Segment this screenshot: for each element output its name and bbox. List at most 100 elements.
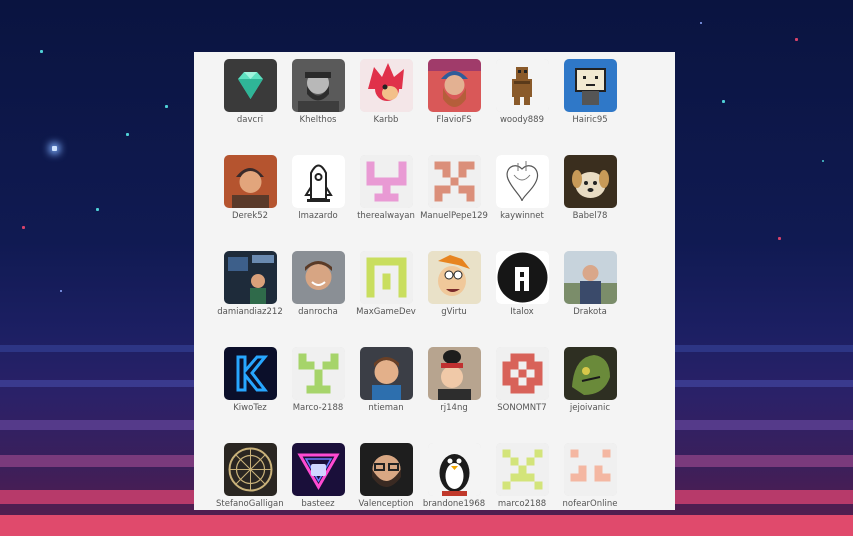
photo-woman-penguin (427, 347, 481, 400)
avatar[interactable] (359, 347, 413, 400)
contributor-card[interactable]: jejoivanic (556, 347, 624, 413)
username-label[interactable]: Valenception (352, 499, 420, 509)
username-label[interactable]: Karbb (352, 115, 420, 125)
username-label[interactable]: ManuelPepe129 (420, 211, 488, 221)
contributor-card[interactable]: rj14ng (420, 347, 488, 413)
avatar[interactable] (427, 251, 481, 304)
avatar[interactable] (563, 59, 617, 112)
contributor-card[interactable]: marco2188 (488, 443, 556, 509)
avatar[interactable] (291, 59, 345, 112)
contributor-card[interactable]: therealwayan (352, 155, 420, 221)
username-label[interactable]: woody889 (488, 115, 556, 125)
username-label[interactable]: damiandiaz212 (216, 307, 284, 317)
avatar[interactable] (359, 251, 413, 304)
contributor-card[interactable]: Marco-2188 (284, 347, 352, 413)
username-label[interactable]: therealwayan (352, 211, 420, 221)
avatar[interactable] (291, 155, 345, 208)
avatar[interactable] (359, 155, 413, 208)
avatar[interactable] (359, 443, 413, 496)
username-label[interactable]: marco2188 (488, 499, 556, 509)
username-label[interactable]: kaywinnet (488, 211, 556, 221)
username-label[interactable]: brandone1968 (420, 499, 488, 509)
username-label[interactable]: Marco-2188 (284, 403, 352, 413)
contributor-card[interactable]: Drakota (556, 251, 624, 317)
contributor-card[interactable]: Karbb (352, 59, 420, 125)
contributor-card[interactable]: ntieman (352, 347, 420, 413)
avatar[interactable] (427, 443, 481, 496)
contributor-card[interactable]: davcri (216, 59, 284, 125)
pixel-cloud (675, 345, 853, 352)
username-label[interactable]: SONOMNT7 (488, 403, 556, 413)
avatar[interactable] (495, 443, 549, 496)
username-label[interactable]: Derek52 (216, 211, 284, 221)
avatar[interactable] (563, 155, 617, 208)
username-label[interactable]: davcri (216, 115, 284, 125)
username-label[interactable]: basteez (284, 499, 352, 509)
contributor-card[interactable]: StefanoGalligani (216, 443, 284, 509)
contributor-card[interactable]: damiandiaz212 (216, 251, 284, 317)
avatar[interactable] (427, 59, 481, 112)
username-label[interactable]: nofearOnline (556, 499, 624, 509)
contributor-card[interactable]: woody889 (488, 59, 556, 125)
avatar[interactable] (359, 59, 413, 112)
username-label[interactable]: ntieman (352, 403, 420, 413)
username-label[interactable]: lmazardo (284, 211, 352, 221)
avatar[interactable] (223, 347, 277, 400)
username-label[interactable]: gVirtu (420, 307, 488, 317)
username-label[interactable]: Babel78 (556, 211, 624, 221)
username-label[interactable]: StefanoGalligani (216, 499, 284, 509)
username-label[interactable]: danrocha (284, 307, 352, 317)
star (795, 38, 798, 41)
contributor-card[interactable]: basteez (284, 443, 352, 509)
contributor-card[interactable]: Derek52 (216, 155, 284, 221)
avatar[interactable] (223, 59, 277, 112)
avatar[interactable] (563, 443, 617, 496)
contributor-card[interactable]: brandone1968 (420, 443, 488, 509)
avatar[interactable] (495, 347, 549, 400)
contributor-card[interactable]: Babel78 (556, 155, 624, 221)
username-label[interactable]: FlavioFS (420, 115, 488, 125)
tv-robot-avatar (563, 59, 617, 112)
letter-a-logo (495, 251, 549, 304)
username-label[interactable]: jejoivanic (556, 403, 624, 413)
avatar[interactable] (495, 251, 549, 304)
avatar[interactable] (563, 251, 617, 304)
avatar[interactable] (223, 155, 277, 208)
username-label[interactable]: Drakota (556, 307, 624, 317)
contributor-card[interactable]: lmazardo (284, 155, 352, 221)
avatar[interactable] (223, 251, 277, 304)
avatar[interactable] (563, 347, 617, 400)
avatar[interactable] (495, 155, 549, 208)
contributor-card[interactable]: Italox (488, 251, 556, 317)
username-label[interactable]: Hairic95 (556, 115, 624, 125)
photo-man-glasses (359, 443, 413, 496)
username-label[interactable]: Khelthos (284, 115, 352, 125)
avatar[interactable] (291, 443, 345, 496)
avatar[interactable] (291, 347, 345, 400)
contributor-card[interactable]: Hairic95 (556, 59, 624, 125)
contributor-card[interactable]: kaywinnet (488, 155, 556, 221)
avatar[interactable] (427, 155, 481, 208)
username-label[interactable]: rj14ng (420, 403, 488, 413)
contributor-card[interactable]: ManuelPepe129 (420, 155, 488, 221)
username-label[interactable]: KiwoTez (216, 403, 284, 413)
username-label[interactable]: MaxGameDev (352, 307, 420, 317)
contributors-panel: davcri Khelthos Karbb FlavioFS woody889 Hairi… (194, 52, 675, 510)
photo-man-outdoors (563, 251, 617, 304)
contributor-card[interactable]: KiwoTez (216, 347, 284, 413)
diamond-icon (223, 59, 277, 112)
avatar[interactable] (495, 59, 549, 112)
contributor-card[interactable]: SONOMNT7 (488, 347, 556, 413)
username-label[interactable]: Italox (488, 307, 556, 317)
contributor-card[interactable]: MaxGameDev (352, 251, 420, 317)
avatar[interactable] (427, 347, 481, 400)
contributor-card[interactable]: Valenception (352, 443, 420, 509)
contributor-card[interactable]: danrocha (284, 251, 352, 317)
avatar[interactable] (291, 251, 345, 304)
contributor-card[interactable]: nofearOnline (556, 443, 624, 509)
contributor-card[interactable]: gVirtu (420, 251, 488, 317)
avatar[interactable] (223, 443, 277, 496)
contributor-card[interactable]: Khelthos (284, 59, 352, 125)
contributor-card[interactable]: FlavioFS (420, 59, 488, 125)
star (165, 105, 168, 108)
